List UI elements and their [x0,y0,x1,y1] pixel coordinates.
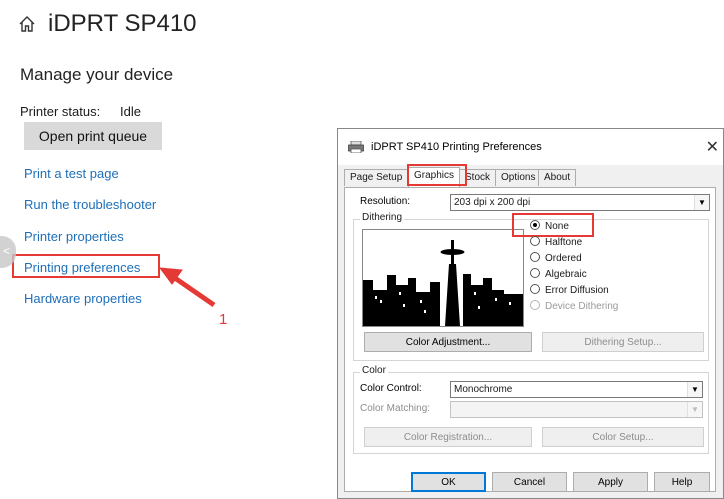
dithering-preview-image [362,229,524,327]
arrow-1 [170,273,216,308]
dithering-option-error-diffusion[interactable]: Error Diffusion [530,284,609,296]
resolution-dropdown[interactable]: 203 dpi x 200 dpi ▼ [450,194,710,211]
radio-icon [530,284,540,294]
ok-button[interactable]: OK [411,472,486,492]
printing-preferences-dialog: iDPRT SP410 Printing Preferences ✕ Page … [337,128,724,499]
dithering-setup-button: Dithering Setup... [542,332,704,352]
color-control-value: Monochrome [454,384,513,395]
tab-about[interactable]: About [538,169,577,186]
cancel-button[interactable]: Cancel [492,472,567,492]
resolution-label: Resolution: [360,196,411,207]
radio-icon [530,300,540,310]
dithering-group-title: Dithering [360,212,405,223]
dialog-title: iDPRT SP410 Printing Preferences [371,141,542,153]
dialog-titlebar: iDPRT SP410 Printing Preferences ✕ [338,129,723,165]
dithering-option-halftone[interactable]: Halftone [530,236,582,248]
radio-icon [530,236,540,246]
printer-icon [348,141,364,153]
color-matching-label: Color Matching: [360,403,431,414]
resolution-value: 203 dpi x 200 dpi [454,197,531,208]
help-button[interactable]: Help [654,472,710,492]
radio-selected-icon [530,220,540,230]
dithering-option-ordered[interactable]: Ordered [530,252,582,264]
dropdown-arrow-icon: ▼ [687,402,702,417]
dropdown-arrow-icon: ▼ [687,382,702,397]
color-control-label: Color Control: [360,383,422,394]
apply-button[interactable]: Apply [573,472,648,492]
color-matching-dropdown: ▼ [450,401,703,418]
tab-options[interactable]: Options [495,169,542,186]
dithering-option-device-dithering: Device Dithering [530,300,618,312]
dithering-group: Dithering None Halftone Ordered Algebrai… [353,212,709,361]
dithering-option-none[interactable]: None [530,220,569,232]
close-icon[interactable]: ✕ [706,137,719,157]
color-control-dropdown[interactable]: Monochrome ▼ [450,381,703,398]
graphics-tab-pane: Resolution: 203 dpi x 200 dpi ▼ Ditherin… [344,187,716,492]
color-group: Color Color Control: Monochrome ▼ Color … [353,365,709,454]
graphics-tab-highlight [407,164,467,186]
radio-icon [530,252,540,262]
color-setup-button: Color Setup... [542,427,704,447]
dropdown-arrow-icon: ▼ [694,195,709,210]
color-registration-button: Color Registration... [364,427,532,447]
color-adjustment-button[interactable]: Color Adjustment... [364,332,532,352]
tab-page-setup[interactable]: Page Setup [344,169,409,186]
callout-1: 1 [219,311,228,328]
dithering-option-algebraic[interactable]: Algebraic [530,268,587,280]
color-group-title: Color [360,365,388,376]
radio-icon [530,268,540,278]
